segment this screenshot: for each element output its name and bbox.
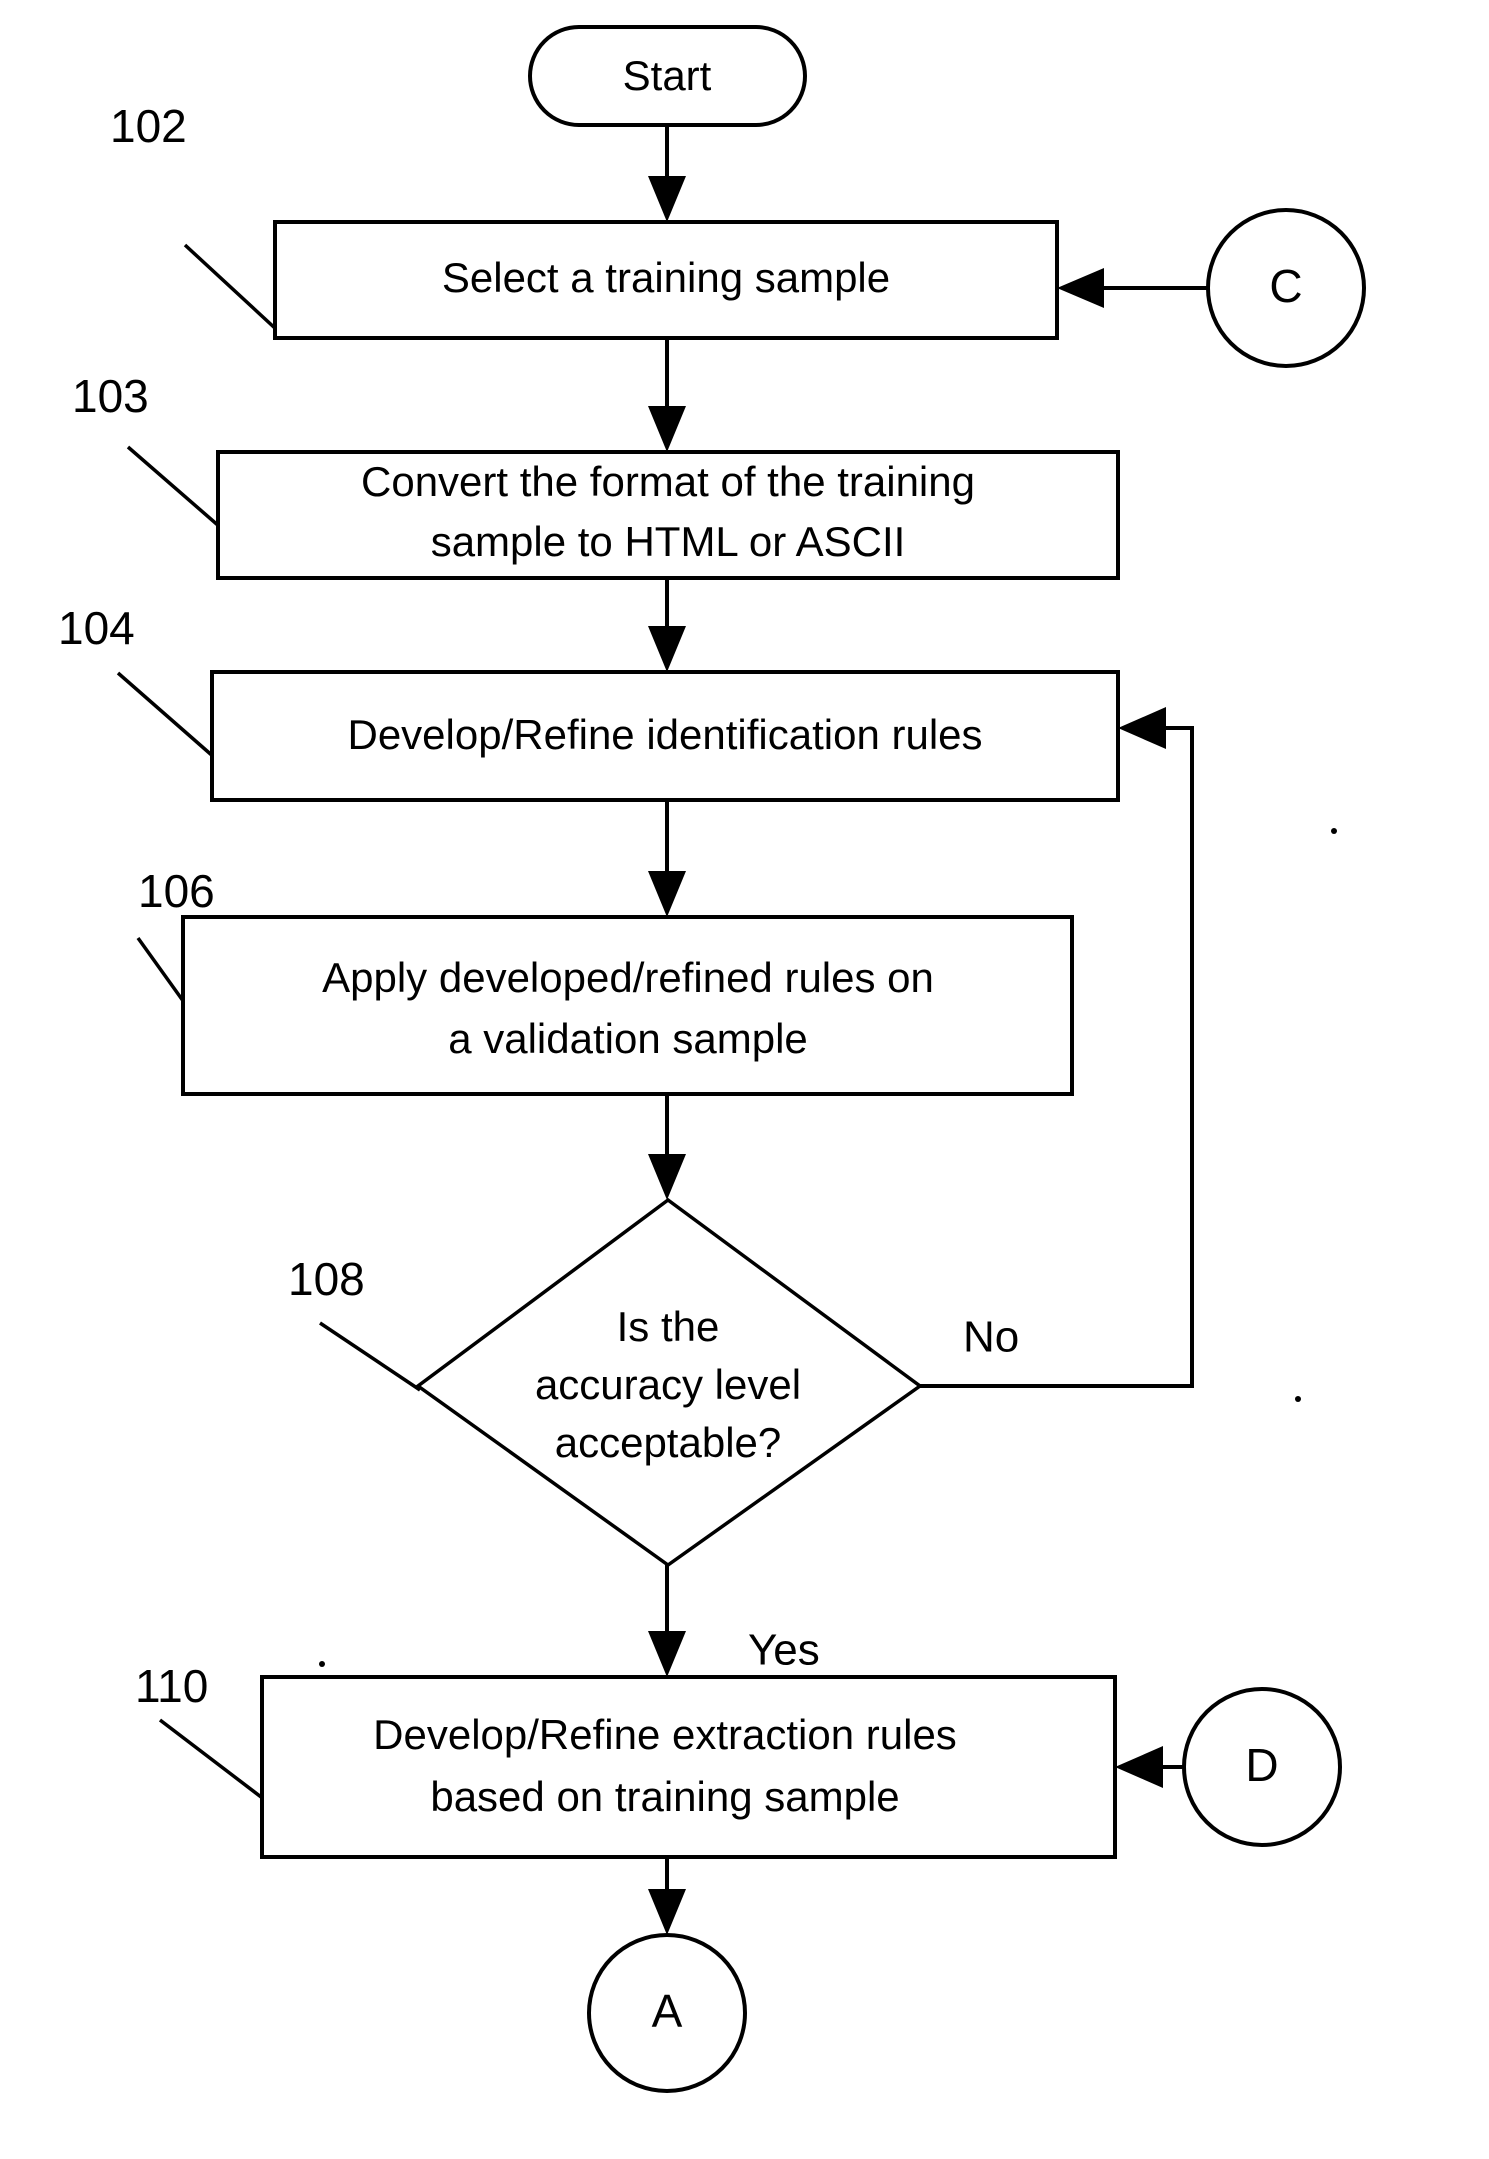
node-step-104: Develop/Refine identification rules (210, 670, 1120, 802)
node-step-103: Convert the format of the training sampl… (216, 450, 1120, 580)
edge-110-to-connector-a (648, 1857, 686, 1935)
scan-artifact-dot-3 (319, 1661, 325, 1667)
flowchart-canvas: Start Select a training sample 102 C Con… (58, 25, 1366, 2093)
node-connector-a: A (587, 1933, 747, 2093)
node-step-110: Develop/Refine extraction rules based on… (260, 1675, 1117, 1859)
node-step-102: Select a training sample (273, 220, 1059, 340)
step-103-line1: Convert the format of the training (361, 458, 975, 505)
connector-d-label: D (1245, 1739, 1278, 1791)
step-110-line2: based on training sample (430, 1773, 899, 1820)
step-110-line1: Develop/Refine extraction rules (373, 1711, 957, 1758)
edge-104-to-106 (648, 800, 686, 917)
node-start: Start (528, 25, 807, 127)
ref-number-108: 108 (288, 1253, 365, 1305)
node-connector-c: C (1206, 208, 1366, 368)
edge-102-to-103 (648, 338, 686, 452)
step-103-line2: sample to HTML or ASCII (431, 518, 906, 565)
step-106-line1: Apply developed/refined rules on (322, 954, 934, 1001)
decision-108-line1: Is the (617, 1303, 720, 1350)
leader-line-108 (319, 1321, 421, 1392)
connector-a-label: A (652, 1985, 683, 2037)
ref-number-110: 110 (135, 1660, 208, 1712)
leader-line-104 (116, 671, 217, 760)
edge-108-yes-to-110 (648, 1565, 686, 1677)
decision-108-line3: acceptable? (555, 1419, 782, 1466)
leader-line-106 (136, 936, 188, 1007)
edge-label-no: No (963, 1313, 1019, 1362)
edge-connector-c-to-102 (1057, 268, 1208, 308)
decision-108-line2: accuracy level (535, 1361, 801, 1408)
scan-artifact-dot-1 (1331, 828, 1337, 834)
leader-line-103 (126, 445, 222, 529)
edge-106-to-108 (648, 1094, 686, 1200)
leader-line-102 (183, 243, 279, 332)
ref-number-104: 104 (58, 602, 135, 654)
step-102-label: Select a training sample (442, 254, 890, 301)
edge-start-to-102 (648, 125, 686, 222)
node-decision-108: Is the accuracy level acceptable? (415, 1197, 923, 1568)
node-step-106: Apply developed/refined rules on a valid… (181, 915, 1074, 1096)
edge-103-to-104 (648, 578, 686, 672)
scan-artifact-dot-2 (1295, 1396, 1301, 1402)
step-106-line2: a validation sample (448, 1015, 808, 1062)
ref-number-102: 102 (110, 100, 187, 152)
ref-number-103: 103 (72, 370, 149, 422)
edge-connector-d-to-110 (1115, 1746, 1184, 1788)
flowchart-page: Start Select a training sample 102 C Con… (0, 0, 1489, 2159)
ref-number-106: 106 (138, 865, 215, 917)
leader-line-110 (158, 1718, 267, 1802)
connector-c-label: C (1269, 260, 1302, 312)
step-104-label: Develop/Refine identification rules (347, 711, 982, 758)
start-label: Start (623, 52, 712, 99)
node-connector-d: D (1182, 1687, 1342, 1847)
edge-label-yes: Yes (748, 1626, 820, 1675)
